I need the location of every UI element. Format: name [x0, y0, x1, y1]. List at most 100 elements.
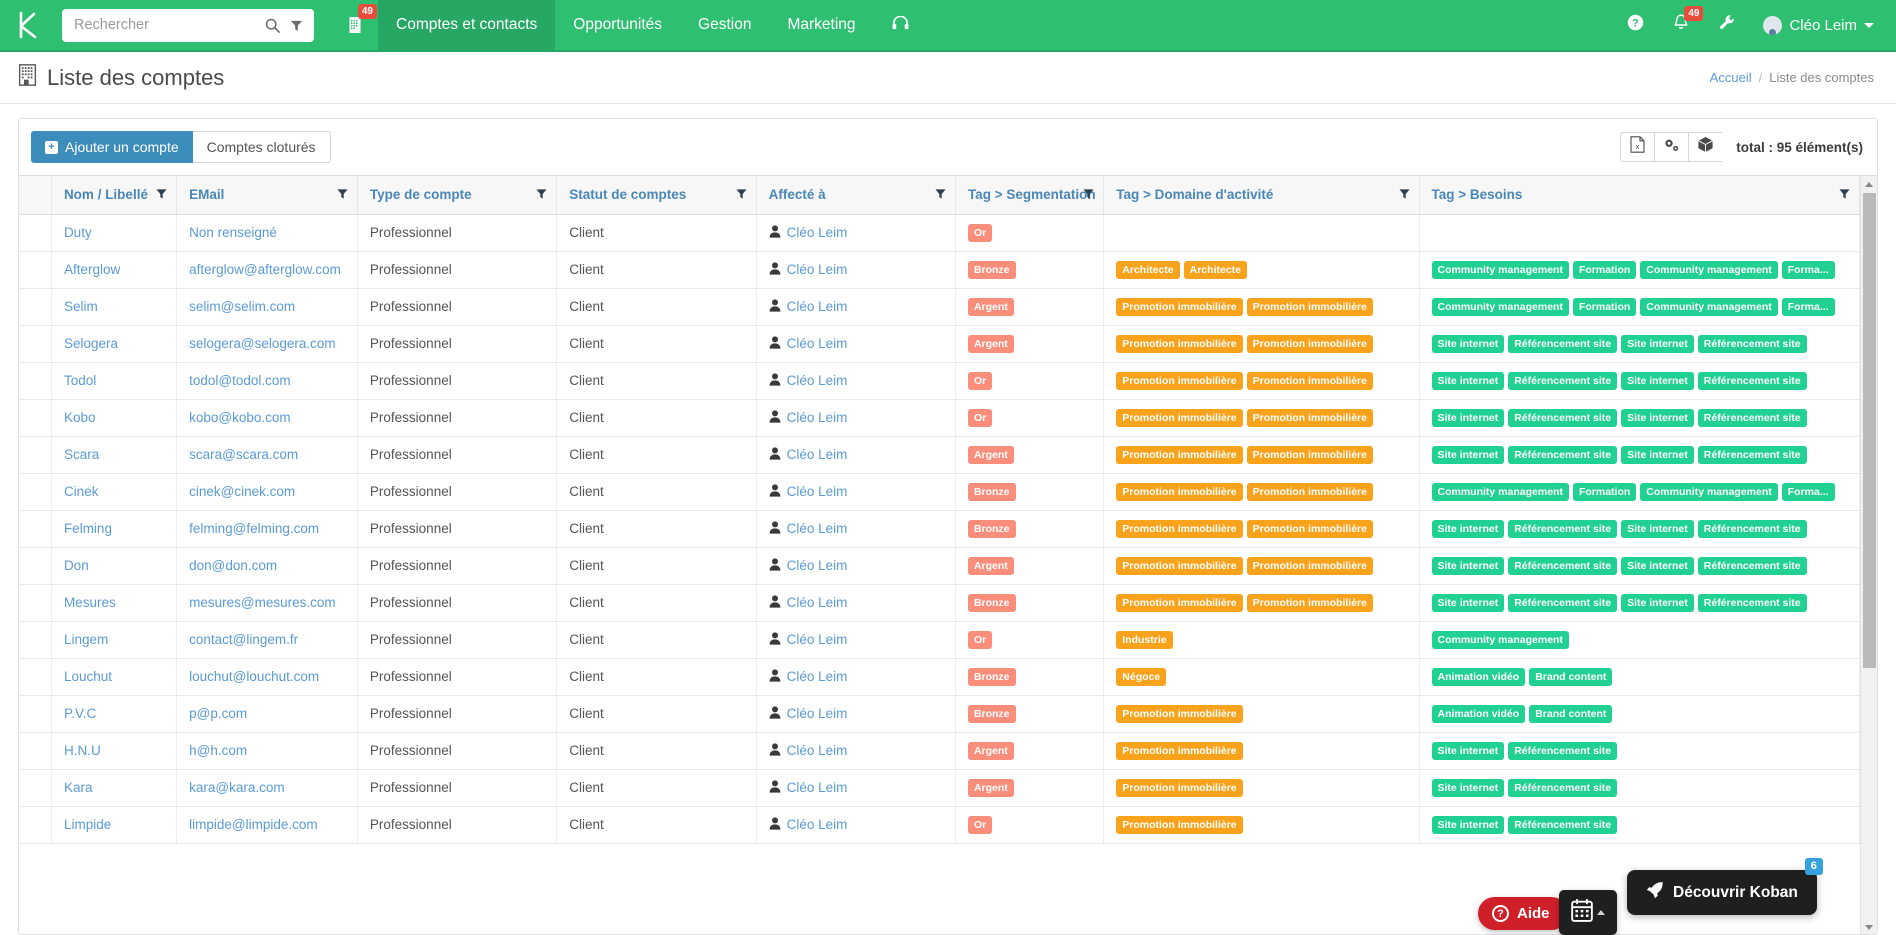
help-button[interactable]: ?: [1615, 0, 1655, 51]
cell-email-text[interactable]: scara@scara.com: [189, 447, 298, 462]
cell-affecte-text[interactable]: Cléo Leim: [787, 484, 848, 499]
cell-besoins-tag[interactable]: Référencement site: [1697, 408, 1807, 427]
cell-segmentation-tag[interactable]: Bronze: [967, 519, 1016, 538]
cell-besoins-tag[interactable]: Forma...: [1781, 260, 1835, 279]
nav-item-marketing[interactable]: Marketing: [769, 0, 873, 50]
cell-besoins-tag[interactable]: Community management: [1431, 630, 1569, 649]
cell-affecte[interactable]: Cléo Leim: [756, 288, 956, 326]
row-select-cell[interactable]: [19, 658, 52, 696]
cell-affecte[interactable]: Cléo Leim: [756, 769, 956, 807]
cell-nom[interactable]: Felming: [51, 510, 178, 548]
cell-nom[interactable]: Cinek: [51, 473, 178, 511]
cell-segmentation-tag[interactable]: Argent: [967, 741, 1014, 760]
cell-affecte-text[interactable]: Cléo Leim: [787, 521, 848, 536]
cell-affecte[interactable]: Cléo Leim: [756, 621, 956, 659]
cell-segmentation-tag[interactable]: Argent: [967, 556, 1014, 575]
cell-email[interactable]: mesures@mesures.com: [176, 584, 358, 622]
cell-domaine-tag[interactable]: Promotion immobilière: [1246, 408, 1373, 427]
user-menu[interactable]: Cléo Leim: [1753, 15, 1880, 35]
cell-email-text[interactable]: h@h.com: [189, 743, 247, 758]
nav-item-opportunites[interactable]: Opportunités: [555, 0, 680, 50]
table-row[interactable]: Louchut louchut@louchut.com Professionnel C…: [19, 658, 1861, 696]
cell-nom-text[interactable]: Kobo: [64, 410, 96, 425]
cell-besoins-tag[interactable]: Référencement site: [1508, 778, 1618, 797]
row-select-cell[interactable]: [19, 251, 52, 289]
cell-email[interactable]: scara@scara.com: [176, 436, 358, 474]
cell-email-text[interactable]: selogera@selogera.com: [189, 336, 336, 351]
filter-icon[interactable]: [935, 187, 946, 202]
cell-nom-text[interactable]: Kara: [64, 780, 93, 795]
breadcrumb-home[interactable]: Accueil: [1710, 70, 1752, 85]
cell-email-text[interactable]: todol@todol.com: [189, 373, 291, 388]
cell-email-text[interactable]: cinek@cinek.com: [189, 484, 295, 499]
table-vertical-scrollbar[interactable]: [1860, 176, 1877, 934]
cell-domaine-tag[interactable]: Promotion immobilière: [1116, 704, 1243, 723]
cell-email[interactable]: louchut@louchut.com: [176, 658, 358, 696]
cell-besoins-tag[interactable]: Référencement site: [1697, 334, 1807, 353]
column-header-segmentation[interactable]: Tag > Segmentation: [955, 176, 1105, 215]
cell-segmentation-tag[interactable]: Or: [967, 223, 993, 242]
cell-nom[interactable]: Selim: [51, 288, 178, 326]
filter-icon[interactable]: [1398, 187, 1410, 202]
cell-besoins-tag[interactable]: Référencement site: [1508, 556, 1618, 575]
cell-email-text[interactable]: felming@felming.com: [189, 521, 319, 536]
cell-besoins-tag[interactable]: Site internet: [1431, 519, 1505, 538]
cell-besoins-tag[interactable]: Référencement site: [1508, 371, 1618, 390]
cell-affecte[interactable]: Cléo Leim: [756, 251, 956, 289]
table-row[interactable]: Afterglow afterglow@afterglow.com Professi…: [19, 251, 1861, 289]
cell-email[interactable]: selogera@selogera.com: [176, 325, 358, 363]
cell-domaine-tag[interactable]: Promotion immobilière: [1246, 556, 1373, 575]
cell-nom-text[interactable]: Cinek: [64, 484, 99, 499]
cell-nom-text[interactable]: Scara: [64, 447, 99, 462]
cell-affecte[interactable]: Cléo Leim: [756, 362, 956, 400]
cell-domaine-tag[interactable]: Promotion immobilière: [1116, 334, 1243, 353]
row-select-cell[interactable]: [19, 325, 52, 363]
cube-view-button[interactable]: [1688, 132, 1723, 162]
column-settings-button[interactable]: [1654, 132, 1689, 162]
cell-besoins-tag[interactable]: Brand content: [1529, 704, 1613, 723]
cell-domaine-tag[interactable]: Promotion immobilière: [1246, 482, 1373, 501]
export-excel-button[interactable]: x: [1620, 132, 1655, 162]
help-widget-button[interactable]: ? Aide: [1478, 897, 1568, 930]
cell-affecte-text[interactable]: Cléo Leim: [787, 706, 848, 721]
cell-nom-text[interactable]: H.N.U: [64, 743, 101, 758]
cell-nom-text[interactable]: Afterglow: [64, 262, 120, 277]
row-select-cell[interactable]: [19, 806, 52, 844]
cell-email[interactable]: h@h.com: [176, 732, 358, 770]
table-row[interactable]: Scara scara@scara.com Professionnel Client C…: [19, 436, 1861, 474]
cell-domaine-tag[interactable]: Négoce: [1116, 667, 1167, 686]
cell-besoins-tag[interactable]: Site internet: [1431, 408, 1505, 427]
cell-segmentation-tag[interactable]: Argent: [967, 334, 1014, 353]
cell-besoins-tag[interactable]: Site internet: [1431, 556, 1505, 575]
cell-besoins-tag[interactable]: Référencement site: [1697, 371, 1807, 390]
cell-segmentation-tag[interactable]: Argent: [967, 297, 1014, 316]
cell-segmentation-tag[interactable]: Bronze: [967, 260, 1016, 279]
cell-affecte-text[interactable]: Cléo Leim: [787, 336, 848, 351]
cell-domaine-tag[interactable]: Promotion immobilière: [1246, 519, 1373, 538]
row-select-cell[interactable]: [19, 584, 52, 622]
scrollbar-thumb[interactable]: [1863, 193, 1876, 668]
cell-nom[interactable]: Scara: [51, 436, 178, 474]
cell-email[interactable]: cinek@cinek.com: [176, 473, 358, 511]
scroll-up-button[interactable]: [1861, 176, 1877, 193]
cell-besoins-tag[interactable]: Référencement site: [1508, 445, 1618, 464]
cell-affecte[interactable]: Cléo Leim: [756, 399, 956, 437]
cell-besoins-tag[interactable]: Site internet: [1431, 741, 1505, 760]
settings-button[interactable]: [1707, 0, 1747, 51]
cell-email-text[interactable]: mesures@mesures.com: [189, 595, 336, 610]
table-row[interactable]: Todol todol@todol.com Professionnel Client C…: [19, 362, 1861, 400]
column-header-email[interactable]: EMail: [176, 176, 358, 215]
cell-besoins-tag[interactable]: Site internet: [1431, 334, 1505, 353]
nav-item-support[interactable]: [874, 0, 927, 50]
cell-segmentation-tag[interactable]: Bronze: [967, 704, 1016, 723]
cell-segmentation-tag[interactable]: Or: [967, 815, 993, 834]
row-select-cell[interactable]: [19, 214, 52, 252]
cell-besoins-tag[interactable]: Forma...: [1781, 482, 1835, 501]
cell-affecte[interactable]: Cléo Leim: [756, 325, 956, 363]
cell-besoins-tag[interactable]: Site internet: [1621, 371, 1694, 390]
table-row[interactable]: Kobo kobo@kobo.com Professionnel Client Cléo…: [19, 399, 1861, 437]
nav-item-gestion[interactable]: Gestion: [680, 0, 769, 50]
cell-affecte[interactable]: Cléo Leim: [756, 547, 956, 585]
cell-affecte-text[interactable]: Cléo Leim: [787, 373, 848, 388]
cell-domaine-tag[interactable]: Promotion immobilière: [1246, 297, 1373, 316]
